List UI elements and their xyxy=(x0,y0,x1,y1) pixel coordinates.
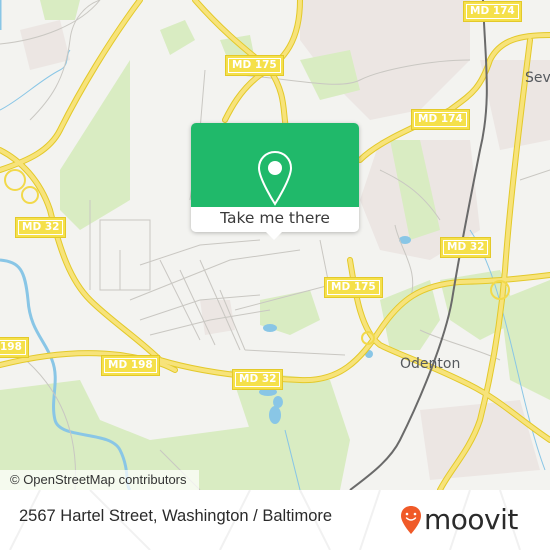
take-me-there-popup[interactable]: Take me there xyxy=(191,123,359,240)
road-shield-md32: MD 32 xyxy=(441,238,491,257)
moovit-logo[interactable]: moovit xyxy=(400,500,518,540)
road-shield-md175: MD 175 xyxy=(325,278,382,297)
address-text: 2567 Hartel Street, Washington / Baltimo… xyxy=(19,507,333,525)
moovit-wordmark: moovit xyxy=(424,503,518,536)
map-pin-icon xyxy=(257,150,293,206)
map-attribution[interactable]: © OpenStreetMap contributors xyxy=(0,470,199,490)
road-shield-md174: MD 174 xyxy=(464,2,521,21)
popup-pointer xyxy=(266,232,282,240)
road-shield-md198: MD 198 xyxy=(102,356,159,375)
road-shield-md198: 198 xyxy=(0,338,28,357)
road-shield-md175: MD 175 xyxy=(226,56,283,75)
map-view[interactable]: MD 174 MD 175 MD 174 MD 32 MD 32 MD 175 … xyxy=(0,0,550,490)
place-label-severn: Seve xyxy=(525,70,550,86)
popup-header[interactable] xyxy=(191,123,359,207)
take-me-there-button[interactable]: Take me there xyxy=(191,207,359,232)
road-shield-md174: MD 174 xyxy=(412,110,469,129)
footer-bar: 2567 Hartel Street, Washington / Baltimo… xyxy=(0,490,550,550)
road-shield-md32: MD 32 xyxy=(16,218,66,237)
place-label-odenton: Odenton xyxy=(400,356,461,372)
moovit-pin-icon xyxy=(401,506,421,534)
road-shield-md32: MD 32 xyxy=(233,370,283,389)
